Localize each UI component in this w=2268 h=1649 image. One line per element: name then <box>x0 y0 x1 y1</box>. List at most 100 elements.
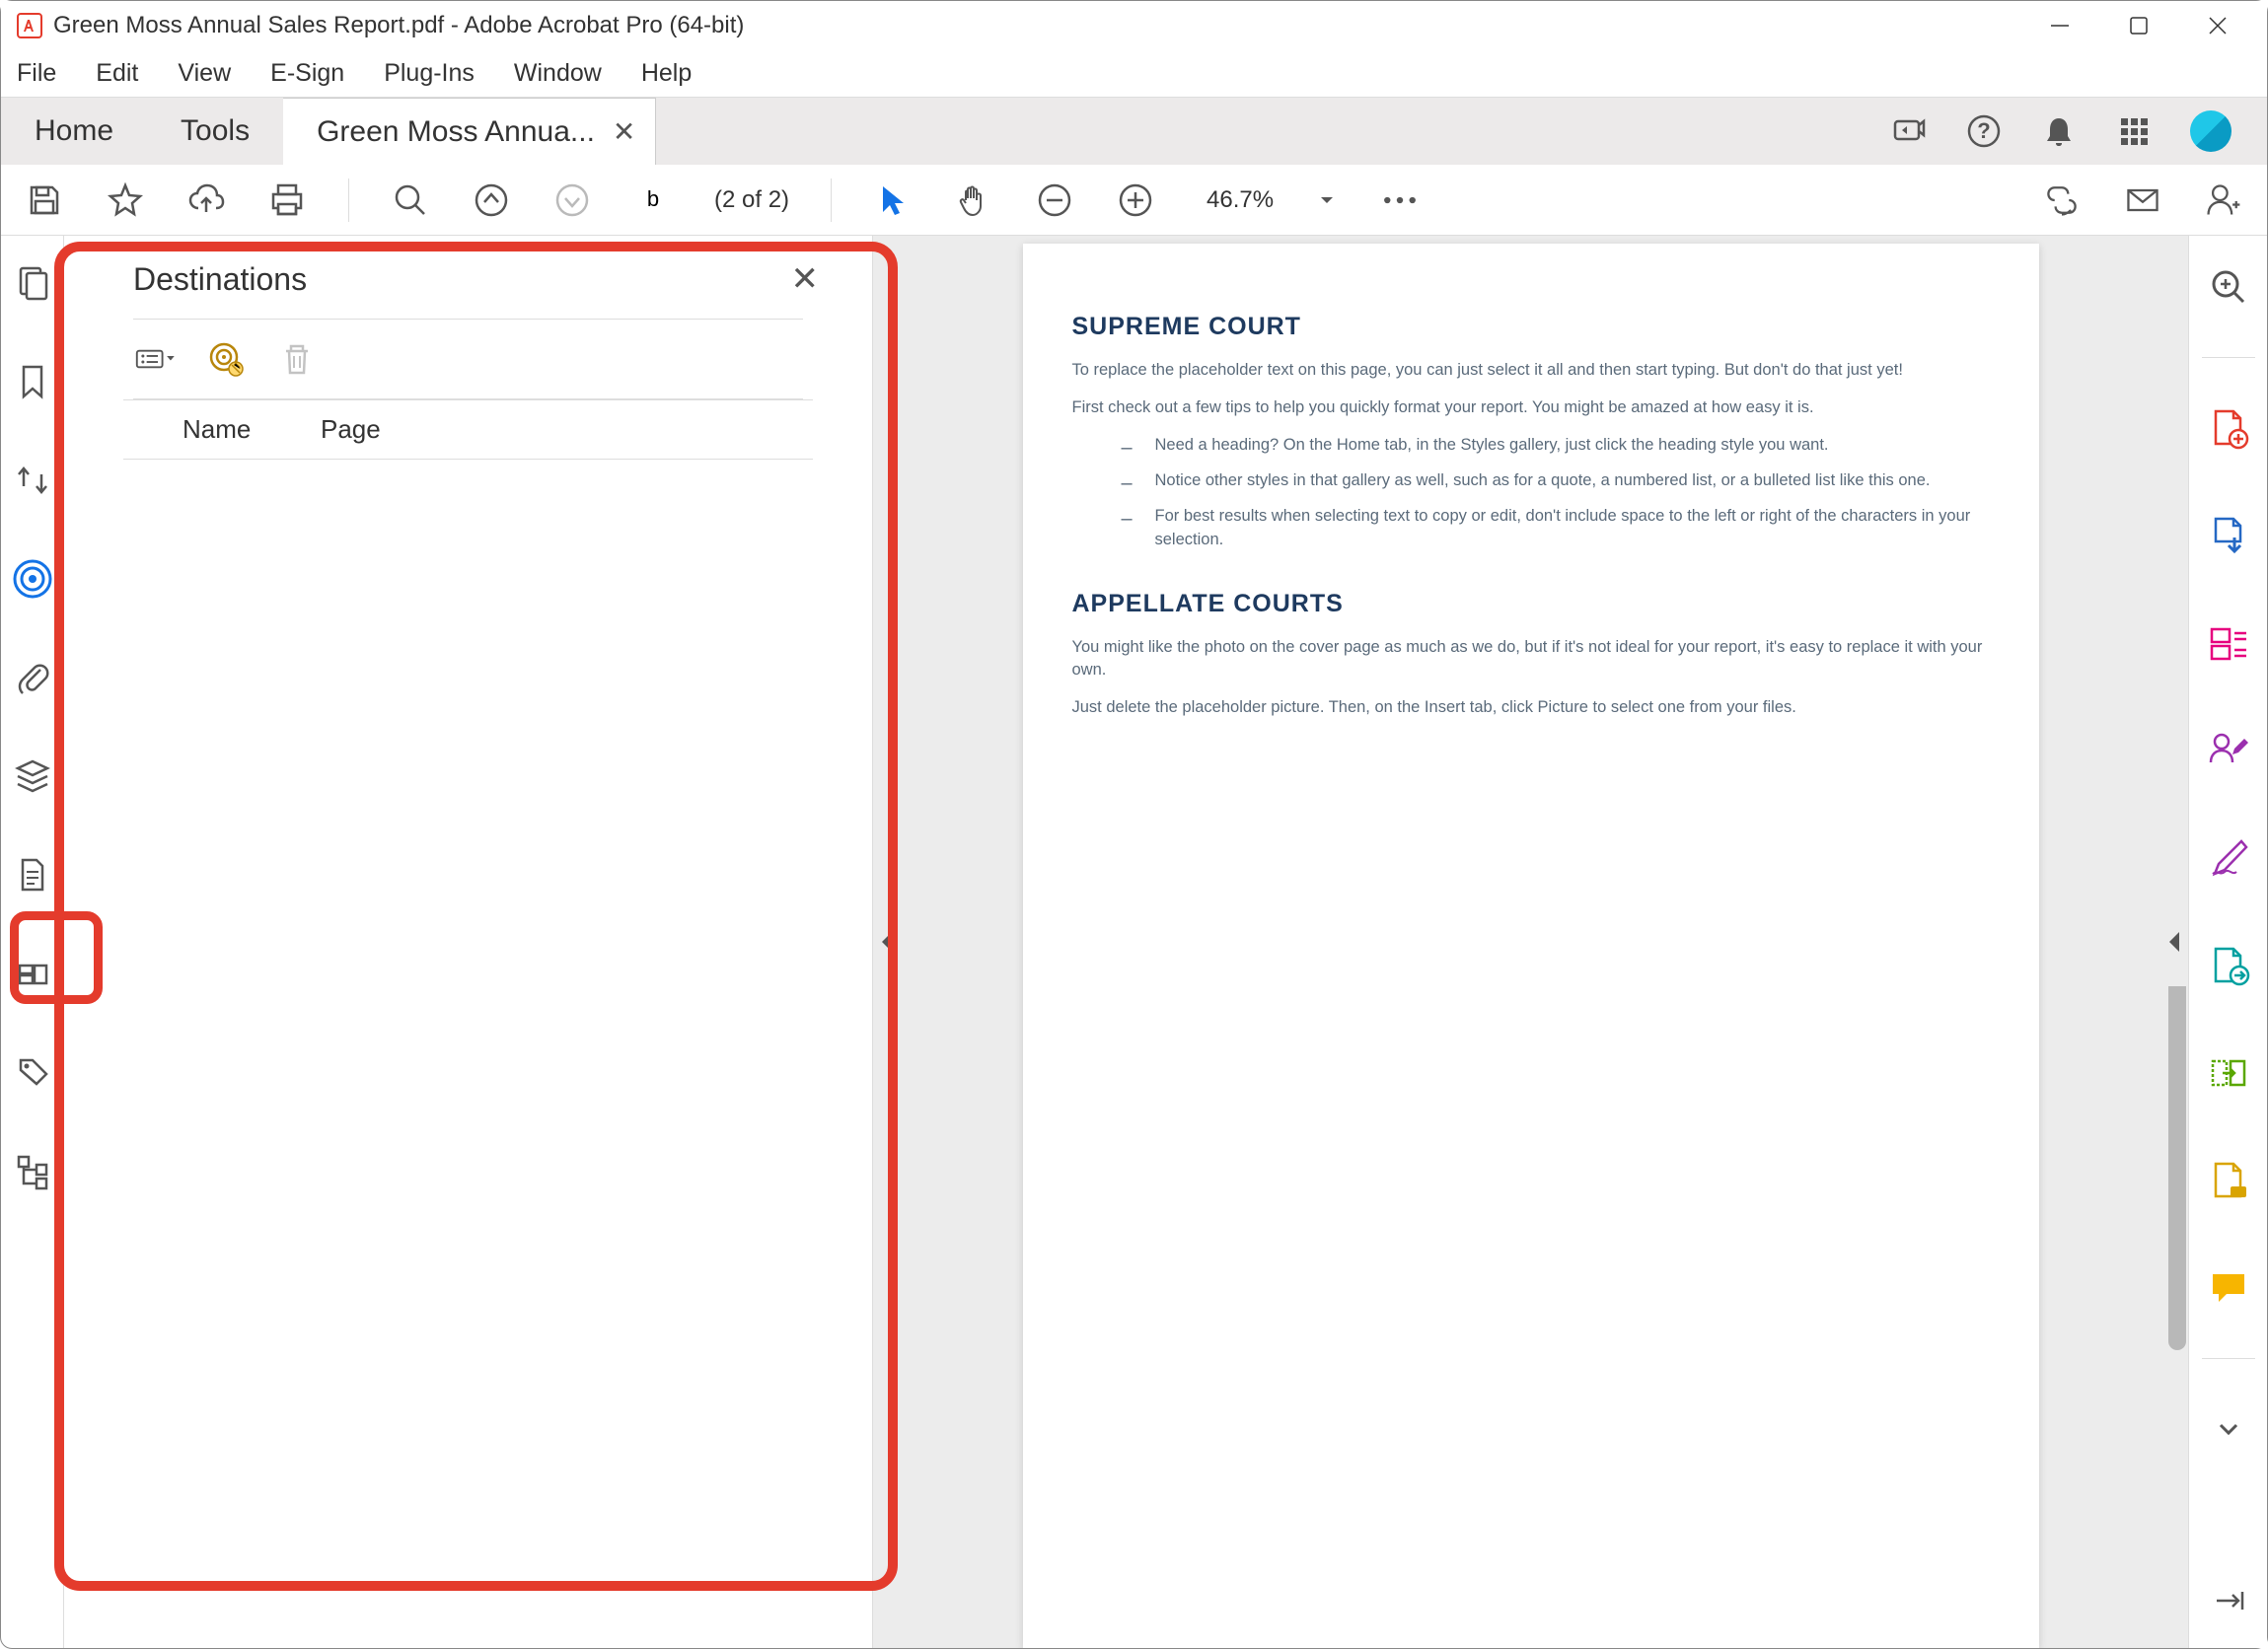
combine-files-icon[interactable] <box>2207 1051 2250 1095</box>
column-page[interactable]: Page <box>321 414 381 445</box>
left-rail <box>1 236 64 1648</box>
menu-window[interactable]: Window <box>508 55 608 92</box>
tab-document-label: Green Moss Annua... <box>317 115 595 149</box>
main-area: Destinations ✕ Name Page SUPREME COURT T… <box>1 236 2267 1648</box>
svg-text:?: ? <box>1977 118 1990 143</box>
star-icon[interactable] <box>106 180 145 220</box>
doc-list-item: For best results when selecting text to … <box>1122 505 1990 552</box>
signatures-panel-icon[interactable] <box>11 952 54 995</box>
scrollbar-thumb[interactable] <box>2168 936 2186 1350</box>
menu-esign[interactable]: E-Sign <box>264 55 350 92</box>
layers-icon[interactable] <box>11 754 54 798</box>
minimize-button[interactable] <box>2045 11 2075 40</box>
pdf-page: SUPREME COURT To replace the placeholder… <box>1023 244 2039 1648</box>
tab-home[interactable]: Home <box>1 98 147 165</box>
expand-tools-icon[interactable] <box>2207 1407 2250 1451</box>
avatar[interactable] <box>2190 110 2231 152</box>
page-down-icon[interactable] <box>552 180 592 220</box>
menu-edit[interactable]: Edit <box>90 55 144 92</box>
export-pdf-icon[interactable] <box>2207 514 2250 557</box>
help-icon[interactable]: ? <box>1965 112 2003 150</box>
doc-paragraph: First check out a few tips to help you q… <box>1072 396 1990 420</box>
email-icon[interactable] <box>2123 180 2162 220</box>
panel-close-icon[interactable]: ✕ <box>791 259 820 299</box>
content-tree-icon[interactable] <box>11 1149 54 1192</box>
app-icon <box>16 12 43 39</box>
list-options-icon[interactable] <box>133 337 177 381</box>
toolbar: (2 of 2) 46.7% <box>1 165 2267 236</box>
doc-heading-2: APPELLATE COURTS <box>1072 590 1990 618</box>
titlebar: Green Moss Annual Sales Report.pdf - Ado… <box>1 1 2267 50</box>
create-pdf-icon[interactable] <box>2207 406 2250 450</box>
attachments-icon[interactable] <box>11 656 54 699</box>
edit-pdf-icon[interactable] <box>2207 621 2250 665</box>
more-tools-icon[interactable] <box>1380 180 1420 220</box>
destinations-panel: Destinations ✕ Name Page <box>64 236 873 1648</box>
tab-home-label: Home <box>35 114 113 148</box>
menu-plugins[interactable]: Plug-Ins <box>378 55 480 92</box>
collapse-rail-icon[interactable] <box>2207 1579 2250 1622</box>
thumbnails-icon[interactable] <box>11 261 54 305</box>
review-icon[interactable] <box>11 459 54 502</box>
delete-icon[interactable] <box>275 337 319 381</box>
menu-file[interactable]: File <box>11 55 62 92</box>
zoom-dropdown-icon[interactable] <box>1315 180 1339 220</box>
document-viewer[interactable]: SUPREME COURT To replace the placeholder… <box>873 236 2188 1648</box>
search-tool-icon[interactable] <box>2207 265 2250 309</box>
share-pdf-icon[interactable] <box>2207 944 2250 987</box>
tags-icon[interactable] <box>11 1050 54 1094</box>
destinations-icon[interactable] <box>11 557 54 601</box>
hand-tool-icon[interactable] <box>954 180 993 220</box>
doc-list-item: Need a heading? On the Home tab, in the … <box>1122 434 1990 458</box>
maximize-button[interactable] <box>2124 11 2154 40</box>
notifications-icon[interactable] <box>2040 112 2078 150</box>
panel-tools <box>64 320 872 398</box>
page-count-label: (2 of 2) <box>714 186 789 214</box>
doc-list-item: Notice other styles in that gallery as w… <box>1122 469 1990 493</box>
save-icon[interactable] <box>25 180 64 220</box>
bookmarks-icon[interactable] <box>11 360 54 403</box>
menu-help[interactable]: Help <box>635 55 697 92</box>
collapse-left-handle[interactable] <box>873 897 901 986</box>
fill-sign-icon[interactable] <box>2207 836 2250 880</box>
collapse-right-handle[interactable] <box>2160 897 2188 986</box>
page-number-input[interactable] <box>633 182 673 218</box>
add-person-icon[interactable] <box>2204 180 2243 220</box>
link-share-icon[interactable] <box>2042 180 2082 220</box>
window-controls <box>2045 11 2232 40</box>
tab-tools[interactable]: Tools <box>147 98 283 165</box>
find-icon[interactable] <box>391 180 430 220</box>
column-name[interactable]: Name <box>183 414 321 445</box>
doc-paragraph: Just delete the placeholder picture. The… <box>1072 696 1990 720</box>
destinations-table-header: Name Page <box>123 399 813 460</box>
new-destination-icon[interactable] <box>204 337 248 381</box>
doc-paragraph: You might like the photo on the cover pa… <box>1072 636 1990 683</box>
rail-divider <box>2202 357 2255 358</box>
cloud-upload-icon[interactable] <box>186 180 226 220</box>
share-feedback-icon[interactable] <box>1890 112 1928 150</box>
zoom-in-icon[interactable] <box>1116 180 1155 220</box>
apps-grid-icon[interactable] <box>2115 112 2153 150</box>
page-up-icon[interactable] <box>472 180 511 220</box>
menu-view[interactable]: View <box>172 55 237 92</box>
doc-list: Need a heading? On the Home tab, in the … <box>1072 434 1990 552</box>
menubar: File Edit View E-Sign Plug-Ins Window He… <box>1 50 2267 98</box>
print-icon[interactable] <box>267 180 307 220</box>
toolbar-separator <box>348 179 349 222</box>
stamp-icon[interactable] <box>2207 1159 2250 1202</box>
selection-tool-icon[interactable] <box>873 180 913 220</box>
close-button[interactable] <box>2203 11 2232 40</box>
doc-heading-1: SUPREME COURT <box>1072 313 1990 341</box>
tab-close-icon[interactable]: ✕ <box>613 115 635 148</box>
tab-document[interactable]: Green Moss Annua... ✕ <box>283 98 656 165</box>
toolbar-separator <box>831 179 832 222</box>
window-title: Green Moss Annual Sales Report.pdf - Ado… <box>53 12 2045 39</box>
panel-title: Destinations <box>133 261 307 298</box>
zoom-out-icon[interactable] <box>1035 180 1074 220</box>
page-icon[interactable] <box>11 853 54 896</box>
comment-icon[interactable] <box>2207 1266 2250 1310</box>
doc-paragraph: To replace the placeholder text on this … <box>1072 359 1990 383</box>
tabbar: Home Tools Green Moss Annua... ✕ ? <box>1 98 2267 165</box>
request-signatures-icon[interactable] <box>2207 729 2250 772</box>
zoom-level-label[interactable]: 46.7% <box>1207 186 1274 214</box>
